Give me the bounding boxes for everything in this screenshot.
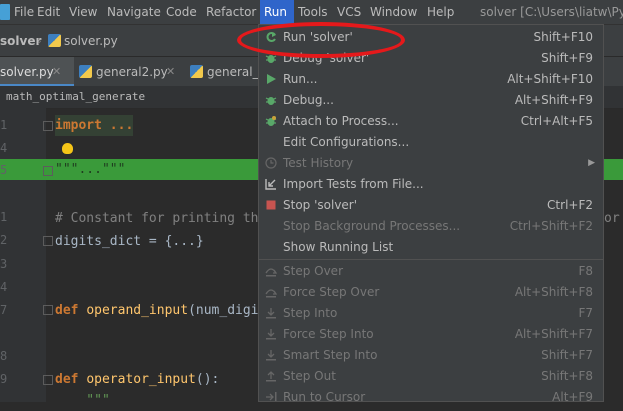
red-annotation-ellipse <box>237 22 405 58</box>
code-import: import ... <box>55 115 134 136</box>
window-title: solver [C:\Users\liatw\Pych <box>480 5 623 19</box>
breadcrumb-file[interactable]: solver.py <box>64 25 118 57</box>
menu-item-force-step-over[interactable]: Force Step Over Alt+Shift+F8 <box>259 282 603 303</box>
code-def-operand-input: def operand_input(num_digi <box>55 303 259 318</box>
menu-item-run-dots[interactable]: Run... Alt+Shift+F10 <box>259 69 603 90</box>
line-number: 4 <box>0 141 8 155</box>
fold-marker-icon[interactable] <box>43 375 53 385</box>
tab-general2[interactable]: general2.py <box>96 57 168 87</box>
tab-close-icon[interactable]: ✕ <box>52 57 61 87</box>
line-number: 2 <box>0 233 8 247</box>
menu-edit[interactable]: Edit <box>37 0 61 24</box>
code-digits-dict: digits_dict = {...} <box>55 234 204 249</box>
menu-item-edit-configurations[interactable]: Edit Configurations... <box>259 132 603 153</box>
menu-item-step-over[interactable]: Step Over F8 <box>259 261 603 282</box>
menu-separator <box>259 259 603 260</box>
python-file-icon <box>190 65 203 78</box>
code-def-operator-input: def operator_input(): <box>55 372 220 387</box>
line-number: 8 <box>0 349 8 363</box>
menu-window[interactable]: Window <box>370 0 417 24</box>
menu-item-smart-step-into[interactable]: Smart Step Into Shift+F7 <box>259 345 603 366</box>
step-over-icon <box>265 268 277 277</box>
app-logo-icon <box>0 4 10 20</box>
menu-item-step-into[interactable]: Step Into F7 <box>259 303 603 324</box>
code-comment: # Constant for printing th <box>55 211 259 226</box>
clock-icon <box>265 157 277 169</box>
run-menu-dropdown: Run 'solver' Shift+F10 Debug 'solver' Sh… <box>258 24 604 402</box>
menu-item-import-tests[interactable]: Import Tests from File... <box>259 174 603 195</box>
menu-item-debug-dots[interactable]: Debug... Alt+Shift+F9 <box>259 90 603 111</box>
play-icon <box>267 74 276 84</box>
step-into-icon <box>266 308 276 319</box>
line-number: 7 <box>0 303 8 317</box>
menu-vcs[interactable]: VCS <box>337 0 363 24</box>
code-docstring: """...""" <box>55 162 126 177</box>
debug-bug-icon <box>265 97 277 105</box>
tab-close-icon[interactable]: ✕ <box>166 57 175 87</box>
stop-icon <box>266 200 276 210</box>
import-icon <box>265 179 276 190</box>
menu-tools[interactable]: Tools <box>298 0 328 24</box>
force-step-over-icon <box>265 289 277 298</box>
step-out-icon <box>266 371 276 382</box>
fold-marker-icon[interactable] <box>43 166 53 176</box>
run-to-cursor-icon <box>266 392 277 401</box>
menu-file[interactable]: File <box>14 0 34 24</box>
fold-marker-icon[interactable] <box>43 236 53 246</box>
fold-marker-icon[interactable] <box>43 121 53 131</box>
menu-navigate[interactable]: Navigate <box>107 0 161 24</box>
breadcrumb-project[interactable]: solver <box>0 25 41 57</box>
menu-item-stop-solver[interactable]: Stop 'solver' Ctrl+F2 <box>259 195 603 216</box>
menu-item-stop-background[interactable]: Stop Background Processes... Ctrl+Shift+… <box>259 216 603 237</box>
line-number: 3 <box>0 257 8 271</box>
menu-item-show-running-list[interactable]: Show Running List <box>259 237 603 258</box>
python-file-icon <box>79 65 92 78</box>
lightbulb-icon[interactable] <box>62 143 73 154</box>
menu-bar: File Edit View Navigate Code Refactor Ru… <box>0 0 623 24</box>
menu-item-test-history[interactable]: Test History ▶ <box>259 153 603 174</box>
submenu-arrow-icon: ▶ <box>588 158 595 168</box>
line-number: 1 <box>0 118 8 132</box>
smart-step-into-icon <box>266 350 276 361</box>
menu-item-attach-to-process[interactable]: Attach to Process... Ctrl+Alt+F5 <box>259 111 603 132</box>
code-docstring-open: """ <box>55 393 110 408</box>
menu-item-run-to-cursor[interactable]: Run to Cursor Alt+F9 <box>259 387 603 401</box>
line-number: 1 <box>0 210 8 224</box>
attach-bug-icon <box>265 116 277 126</box>
structure-path[interactable]: math_optimal_generate <box>6 86 145 108</box>
fold-marker-icon[interactable] <box>43 305 53 315</box>
menu-refactor[interactable]: Refactor <box>206 0 256 24</box>
code-comment-tail: or <box>604 211 620 226</box>
menu-run[interactable]: Run <box>260 0 294 24</box>
line-number: 9 <box>0 372 8 386</box>
menu-item-force-step-into[interactable]: Force Step Into Alt+Shift+F7 <box>259 324 603 345</box>
menu-help[interactable]: Help <box>427 0 455 24</box>
tab-solver-label[interactable]: solver.py <box>0 57 54 87</box>
line-number: 4 <box>0 280 8 294</box>
force-step-into-icon <box>266 329 276 340</box>
menu-code[interactable]: Code <box>166 0 198 24</box>
menu-view[interactable]: View <box>69 0 99 24</box>
python-file-icon <box>48 34 61 47</box>
menu-item-step-out[interactable]: Step Out Shift+F8 <box>259 366 603 387</box>
line-number: 5 <box>0 163 8 177</box>
breadcrumb-chevron-icon: › <box>37 34 42 48</box>
